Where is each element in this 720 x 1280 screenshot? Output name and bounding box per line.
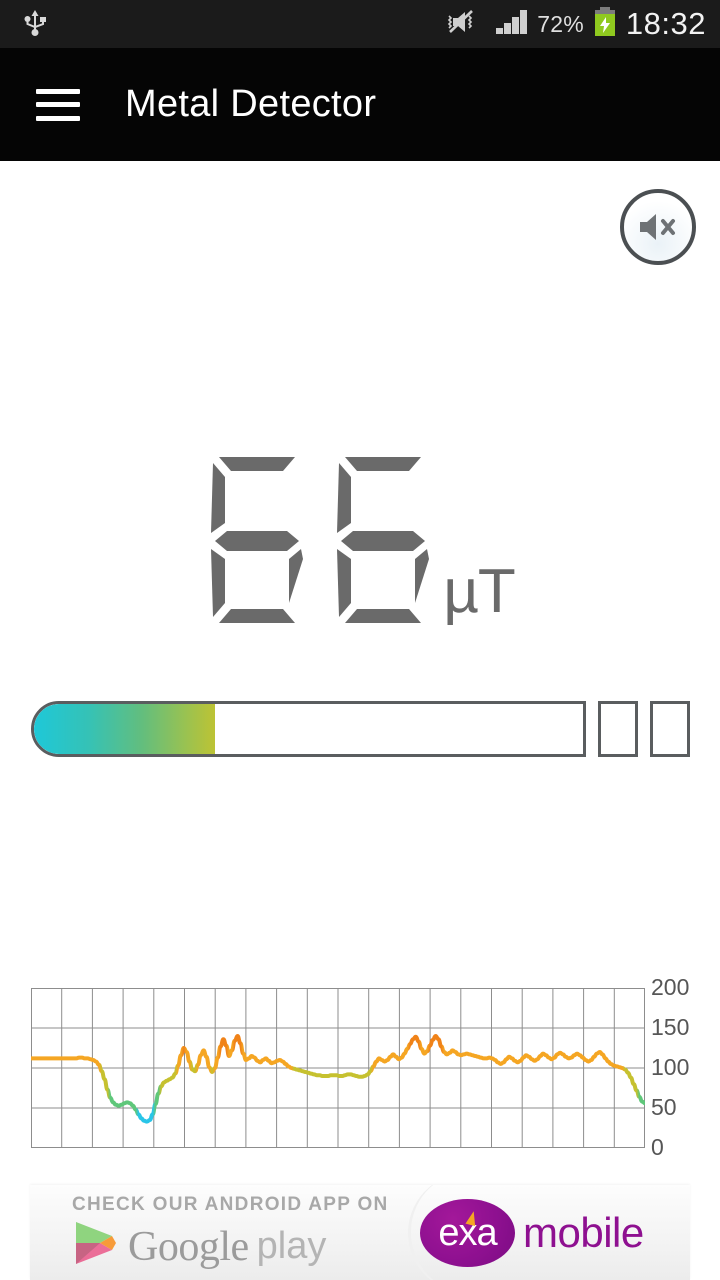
chart-y-axis-labels: 200 150 100 50 0 <box>651 971 711 1161</box>
battery-charging-icon <box>593 6 617 43</box>
signal-bars-icon <box>494 8 528 41</box>
field-reading: µT <box>0 451 720 626</box>
seven-segment-digits <box>205 451 435 623</box>
google-wordmark: Google <box>128 1223 249 1270</box>
field-unit-label: µT <box>443 557 516 626</box>
hamburger-line <box>36 102 80 107</box>
chart-y-tick-label: 0 <box>651 1134 664 1160</box>
digit-six-first <box>211 457 304 623</box>
ad-right-section: exa mobile <box>420 1199 644 1267</box>
mobile-wordmark: mobile <box>523 1209 644 1256</box>
chart-canvas <box>31 988 645 1148</box>
usb-icon <box>22 7 48 42</box>
battery-percent-label: 72% <box>537 10 584 37</box>
hamburger-menu-icon[interactable] <box>36 88 80 121</box>
digit-six-second <box>337 457 430 623</box>
gauge-fill <box>34 704 216 754</box>
google-play-badge: Google play <box>72 1219 389 1274</box>
hamburger-line <box>36 88 80 94</box>
chart-y-tick-label: 100 <box>651 1054 690 1080</box>
chart-y-tick-label: 150 <box>651 1014 690 1040</box>
status-bar-right: 72% 18:32 <box>447 6 720 43</box>
gauge-extra-segment-1 <box>598 701 638 757</box>
ad-kicker-text: CHECK OUR ANDROID APP ON <box>72 1194 389 1215</box>
exa-logo-badge: exa <box>420 1199 515 1267</box>
main-content: µT 200 150 100 50 0 CHECK OUR ANDROID APP ON <box>0 161 720 1280</box>
field-strength-gauge <box>31 701 690 757</box>
status-bar-left <box>0 7 48 42</box>
mute-toggle-button[interactable] <box>620 189 696 265</box>
ad-banner[interactable]: CHECK OUR ANDROID APP ON Google play exa… <box>30 1185 690 1280</box>
field-history-chart <box>31 988 645 1148</box>
ad-left-section: CHECK OUR ANDROID APP ON Google play <box>72 1194 389 1274</box>
speaker-mute-icon <box>636 210 680 244</box>
google-play-icon <box>72 1219 118 1274</box>
page-title: Metal Detector <box>125 83 377 125</box>
chart-y-tick-label: 50 <box>651 1094 677 1120</box>
hamburger-line <box>36 115 80 121</box>
gauge-extra-segment-2 <box>650 701 690 757</box>
gauge-track <box>31 701 586 757</box>
chart-y-tick-label: 200 <box>651 974 690 1000</box>
play-wordmark: play <box>256 1225 327 1267</box>
status-bar: 72% 18:32 <box>0 0 720 48</box>
action-bar: Metal Detector <box>0 48 720 161</box>
vibrate-off-icon <box>447 7 485 42</box>
status-bar-clock: 18:32 <box>625 6 706 41</box>
